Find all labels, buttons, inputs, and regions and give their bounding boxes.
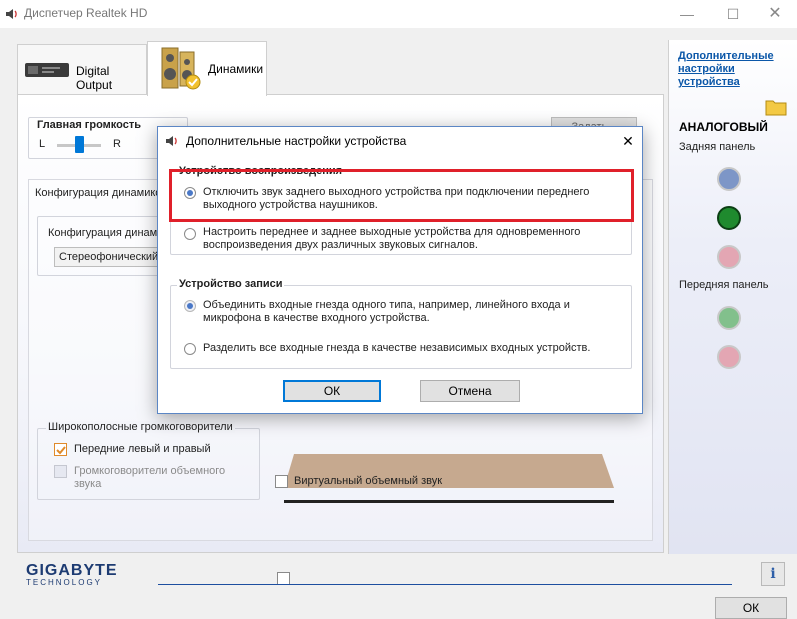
wideband-speakers-group: Широкополосные громкоговорители Передние…: [37, 421, 260, 500]
speakers-icon: [161, 47, 201, 90]
surround-speakers-label: Громкоговорители объемного звука: [74, 465, 226, 490]
playback-option-separate-label: Настроить переднее и заднее выходные уст…: [203, 226, 581, 251]
checkmark-icon: [56, 446, 66, 455]
balance-slider-thumb[interactable]: [75, 136, 84, 153]
front-jack-pink[interactable]: [717, 345, 741, 369]
minimize-button[interactable]: —: [664, 0, 710, 28]
tab-label: Digital Output: [76, 64, 113, 92]
tab-label: Динамики: [208, 62, 264, 76]
record-option-separate-label: Разделить все входные гнезда в качестве …: [203, 342, 591, 354]
dialog-title: Дополнительные настройки устройства: [186, 134, 407, 148]
rear-jack-pink[interactable]: [717, 245, 741, 269]
tab-digital-output[interactable]: Digital Output: [17, 44, 147, 94]
dialog-ok-button[interactable]: ОК: [283, 380, 381, 402]
maximize-button[interactable]: ☐: [710, 0, 756, 28]
gigabyte-logo: GIGABYTE TECHNOLOGY: [26, 562, 118, 587]
dialog-close-button[interactable]: ✕: [616, 131, 640, 151]
volume-left-label: L: [39, 138, 46, 150]
device-side-panel: Дополнительные настройки устройства АНАЛ…: [668, 40, 797, 554]
title-bar: Диспетчер Realtek HD — ☐ ✕: [0, 0, 797, 28]
digital-output-device-icon: [25, 63, 69, 77]
front-panel-label: Передняя панель: [679, 279, 769, 291]
window-title: Диспетчер Realtek HD: [24, 6, 148, 20]
main-volume-title: Главная громкость: [37, 119, 142, 131]
virtual-surround-checkbox[interactable]: [275, 475, 288, 488]
record-group-title: Устройство записи: [177, 278, 285, 290]
front-lr-checkbox[interactable]: [54, 443, 67, 456]
info-button[interactable]: i: [761, 562, 785, 586]
rear-jack-blue[interactable]: [717, 167, 741, 191]
front-lr-label: Передние левый и правый: [74, 443, 211, 455]
advanced-settings-dialog: Дополнительные настройки устройства ✕ Ус…: [157, 126, 643, 414]
surround-speakers-checkbox: [54, 465, 67, 478]
advanced-device-settings-link[interactable]: Дополнительные настройки устройства: [678, 50, 788, 89]
speaker-config-title: Конфигурация динамиков: [35, 187, 168, 199]
footer-divider: [158, 584, 732, 585]
virtual-surround-label: Виртуальный объемный звук: [294, 475, 443, 487]
highlight-box: [169, 169, 634, 222]
analog-title: АНАЛОГОВЫЙ: [679, 120, 768, 134]
dialog-cancel-button[interactable]: Отмена: [420, 380, 520, 402]
tab-speakers[interactable]: Динамики: [147, 41, 267, 96]
wideband-title: Широкополосные громкоговорители: [46, 421, 235, 433]
folder-icon[interactable]: [765, 96, 787, 116]
volume-right-label: R: [113, 138, 121, 150]
speaker-icon: [6, 9, 17, 19]
main-ok-button[interactable]: ОК: [715, 597, 787, 619]
record-option-separate-radio[interactable]: [184, 343, 196, 355]
speaker-config-select-value: Стереофонический: [59, 251, 159, 263]
front-jack-green[interactable]: [717, 306, 741, 330]
speaker-icon: [166, 136, 177, 146]
close-button[interactable]: ✕: [752, 0, 797, 28]
rear-jack-green[interactable]: [717, 206, 741, 230]
playback-option-separate-radio[interactable]: [184, 228, 196, 240]
rear-panel-label: Задняя панель: [679, 141, 756, 153]
record-option-combine-radio[interactable]: [184, 300, 196, 312]
record-option-combine-label: Объединить входные гнезда одного типа, н…: [203, 299, 570, 324]
recording-device-group: Устройство записи Объединить входные гне…: [170, 278, 632, 369]
